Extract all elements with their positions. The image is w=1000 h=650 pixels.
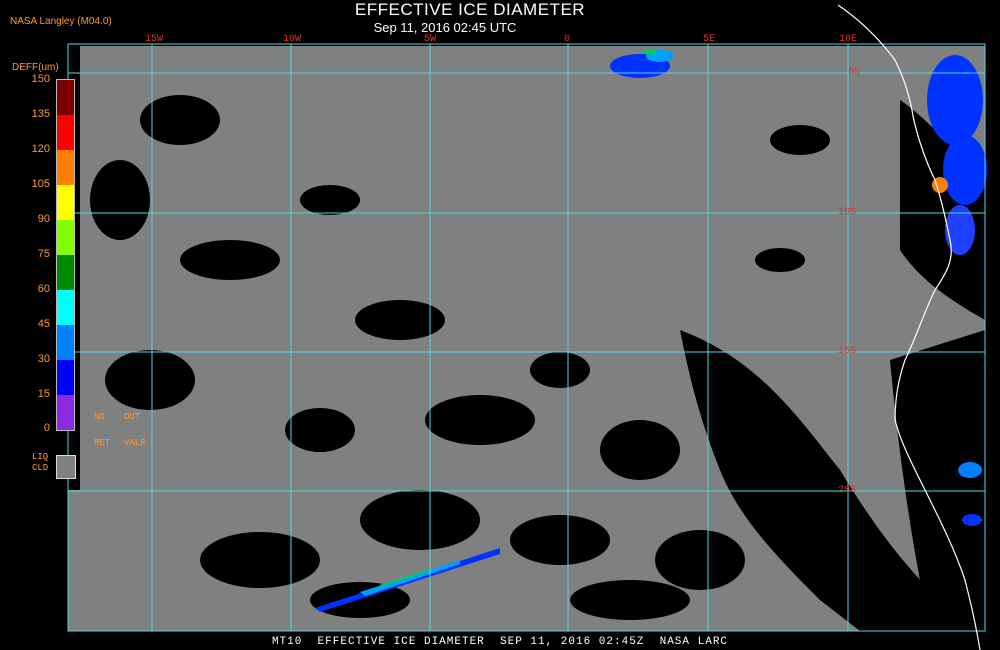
legend-tick: 45	[37, 318, 50, 330]
legend-tick: 0	[43, 422, 50, 434]
legend-color-0	[57, 80, 74, 115]
satellite-map	[67, 4, 987, 650]
map-title: EFFECTIVE ICE DIAMETER	[354, 0, 586, 19]
legend-color-7	[57, 325, 74, 360]
no-ret-note: NO RET	[94, 412, 111, 448]
lat-label-5s: 5S	[848, 67, 861, 78]
lat-label-20s: 20S	[838, 485, 857, 496]
footer-caption: MT10 EFFECTIVE ICE DIAMETER SEP 11, 2016…	[271, 636, 729, 648]
liq-cld-label: LIQ CLD	[32, 452, 49, 473]
legend-color-6	[57, 290, 74, 325]
lon-label-15w: 15W	[145, 34, 164, 45]
lon-label-10e: 10E	[839, 34, 858, 45]
legend-color-5	[57, 255, 74, 290]
legend-tick: 15	[37, 388, 50, 400]
legend-tick: 135	[31, 108, 50, 120]
lat-label-15s: 15S	[838, 346, 857, 357]
producer-credit: NASA Langley (M04.0)	[10, 16, 112, 27]
legend-title: DEFF(um)	[12, 62, 59, 73]
legend-tick: 90	[37, 213, 50, 225]
legend-tick: 60	[37, 283, 50, 295]
lon-label-5w: 5W	[424, 34, 437, 45]
legend-tick: 120	[31, 143, 50, 155]
legend-color-3	[57, 185, 74, 220]
legend-tick: 150	[31, 73, 50, 85]
legend-tick: 75	[37, 248, 50, 260]
legend-tick: 30	[37, 353, 50, 365]
out-valr-note: OUT VALR	[124, 412, 146, 448]
legend-color-2	[57, 150, 74, 185]
liq-cld-swatch	[56, 455, 76, 479]
liquid-cloud-field-lower	[68, 490, 158, 631]
legend-color-1	[57, 115, 74, 150]
legend-colorbar	[56, 79, 75, 431]
lon-label-0: 0	[564, 34, 571, 45]
legend-tick: 105	[31, 178, 50, 190]
legend-color-8	[57, 360, 74, 395]
legend-color-9	[57, 395, 74, 430]
lon-label-5e: 5E	[703, 34, 716, 45]
lon-label-10w: 10W	[283, 34, 302, 45]
lat-label-10s: 10S	[838, 207, 857, 218]
legend-color-4	[57, 220, 74, 255]
map-timestamp: Sep 11, 2016 02:45 UTC	[373, 20, 517, 35]
